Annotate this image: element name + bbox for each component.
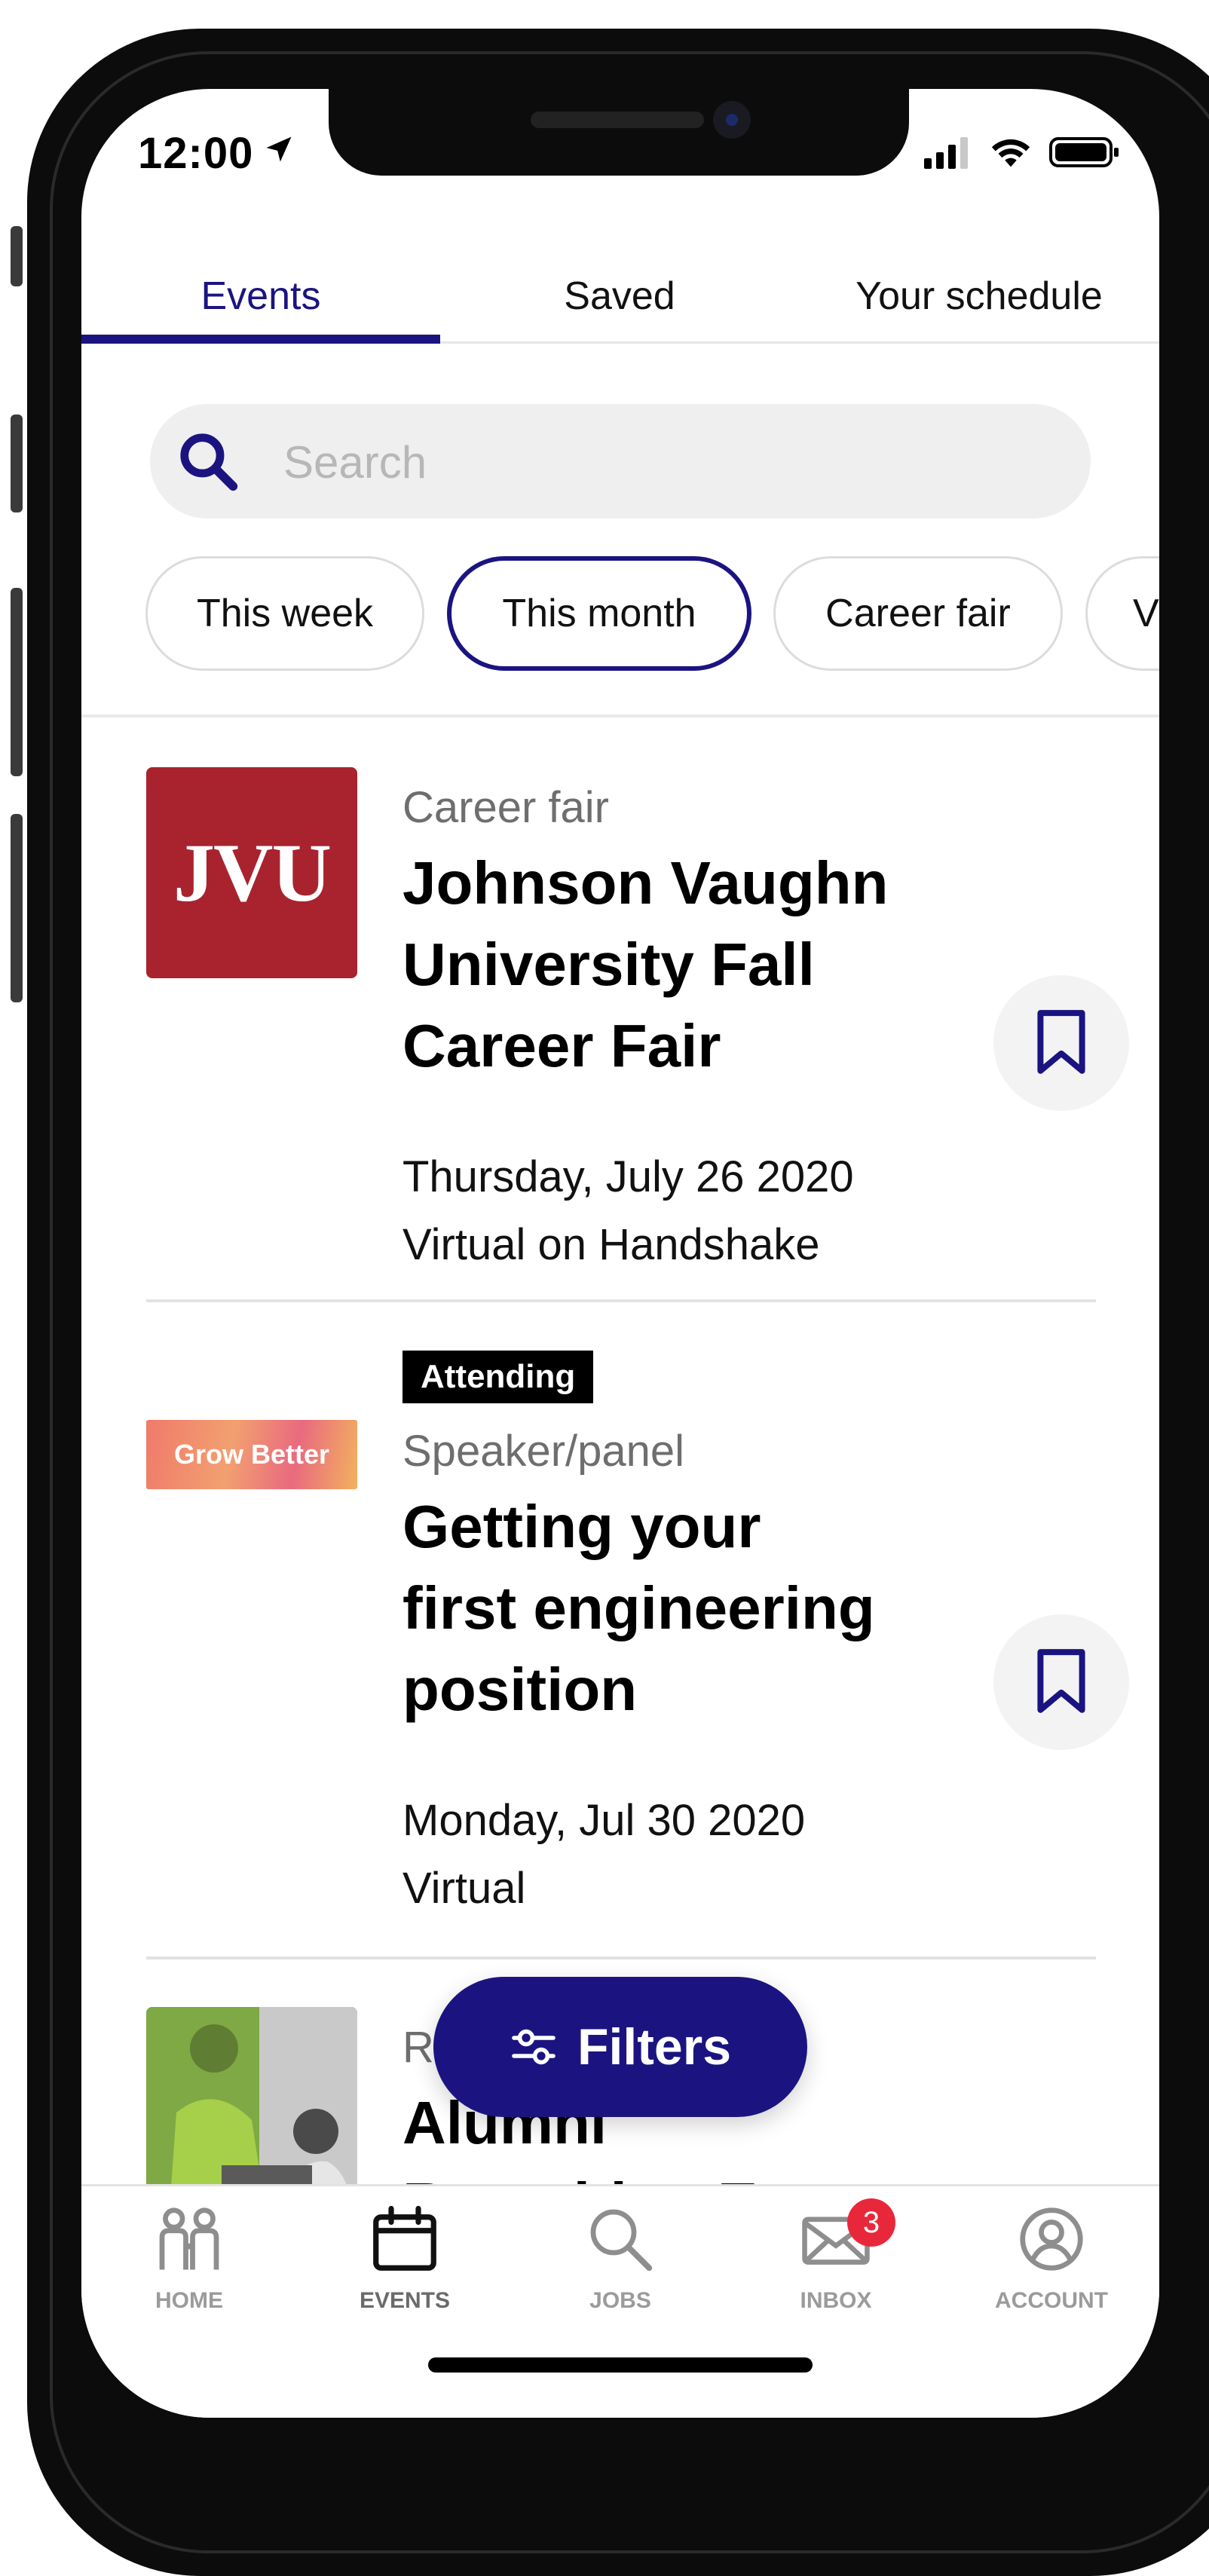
status-icons <box>924 136 1122 169</box>
chip-career-fair[interactable]: Career fair <box>773 556 1063 671</box>
filter-chips: This week This month Career fair V <box>145 556 1159 677</box>
search-bar[interactable] <box>150 404 1091 520</box>
grow-better-logo-text: Grow Better <box>173 1439 330 1470</box>
event-title-line: first engineering <box>402 1574 875 1641</box>
bookmark-icon <box>1037 1010 1085 1074</box>
wifi-icon <box>991 139 1030 167</box>
bookmark-button[interactable] <box>993 1614 1129 1750</box>
status-time: 12:00 <box>138 129 254 178</box>
tab-your-schedule[interactable]: Your schedule <box>799 251 1159 341</box>
event-title-line: University Fall <box>402 931 815 998</box>
event-title[interactable]: Getting your first engineering position <box>402 1486 975 1730</box>
card-divider <box>146 1956 1096 1960</box>
chip-this-month[interactable]: This month <box>447 556 751 671</box>
active-tab-indicator <box>81 335 440 344</box>
chip-partial[interactable]: V <box>1085 556 1159 671</box>
notch <box>329 89 909 176</box>
app-screen: 12:00 Events Saved Your schedule Search … <box>81 89 1159 2418</box>
search-icon <box>590 2209 653 2272</box>
event-title-line: position <box>402 1656 638 1723</box>
attending-badge: Attending <box>402 1351 594 1403</box>
nav-account[interactable]: ACCOUNT <box>944 2186 1159 2337</box>
nav-home[interactable]: HOME <box>81 2186 297 2337</box>
mute-switch <box>11 226 23 286</box>
nav-label: EVENTS <box>359 2288 451 2313</box>
filters-label: Filters <box>577 2018 732 2076</box>
bookmark-button[interactable] <box>993 975 1129 1111</box>
nav-events[interactable]: EVENTS <box>297 2186 513 2337</box>
calendar-icon <box>373 2205 436 2271</box>
card-divider <box>146 1299 1096 1302</box>
location-arrow-icon <box>266 136 292 162</box>
home-indicator[interactable] <box>428 2357 813 2373</box>
event-type: R <box>402 2023 434 2072</box>
event-title-line: Getting your <box>402 1493 761 1560</box>
search-icon <box>180 433 238 491</box>
sliders-icon <box>512 2029 556 2065</box>
bottom-nav: HOME EVENTS JOBS 3 INBOX ACCOUNT <box>81 2184 1159 2418</box>
user-icon <box>1020 2207 1083 2271</box>
volume-down-button <box>11 588 23 776</box>
battery-icon <box>1049 137 1119 167</box>
nav-label: HOME <box>155 2288 223 2313</box>
cellular-signal-icon <box>924 137 968 169</box>
inbox-unread-badge: 3 <box>847 2198 895 2247</box>
nav-label: INBOX <box>800 2288 872 2313</box>
grow-better-logo: Grow Better <box>146 1420 357 1489</box>
event-type: Speaker/panel <box>402 1427 685 1476</box>
event-date: Monday, Jul 30 2020 <box>402 1796 806 1845</box>
event-title[interactable]: Johnson Vaughn University Fall Career Fa… <box>402 843 975 1087</box>
tab-saved[interactable]: Saved <box>440 251 799 341</box>
earpiece-speaker <box>531 112 704 128</box>
side-button <box>11 814 23 1002</box>
front-camera <box>713 101 751 139</box>
volume-up-button <box>11 415 23 512</box>
event-location: Virtual on Handshake <box>402 1220 820 1269</box>
event-date: Thursday, July 26 2020 <box>402 1152 854 1201</box>
event-title-line: Johnson Vaughn <box>402 849 889 916</box>
jvu-logo: JVU <box>146 767 357 978</box>
people-icon <box>159 2207 219 2270</box>
chips-divider <box>81 714 1159 717</box>
chip-this-week[interactable]: This week <box>145 556 424 671</box>
event-type: Career fair <box>402 783 609 832</box>
nav-jobs[interactable]: JOBS <box>513 2186 728 2337</box>
nav-inbox[interactable]: 3 INBOX <box>728 2186 944 2337</box>
nav-label: ACCOUNT <box>995 2288 1108 2313</box>
bookmark-icon <box>1037 1649 1085 1713</box>
tab-events[interactable]: Events <box>81 251 440 341</box>
tab-bar: Events Saved Your schedule <box>81 251 1159 344</box>
nav-label: JOBS <box>589 2288 651 2313</box>
filters-button[interactable]: Filters <box>433 1977 807 2117</box>
event-location: Virtual <box>402 1864 526 1913</box>
event-title-line: Career Fair <box>402 1012 721 1079</box>
search-input[interactable] <box>282 404 1054 520</box>
